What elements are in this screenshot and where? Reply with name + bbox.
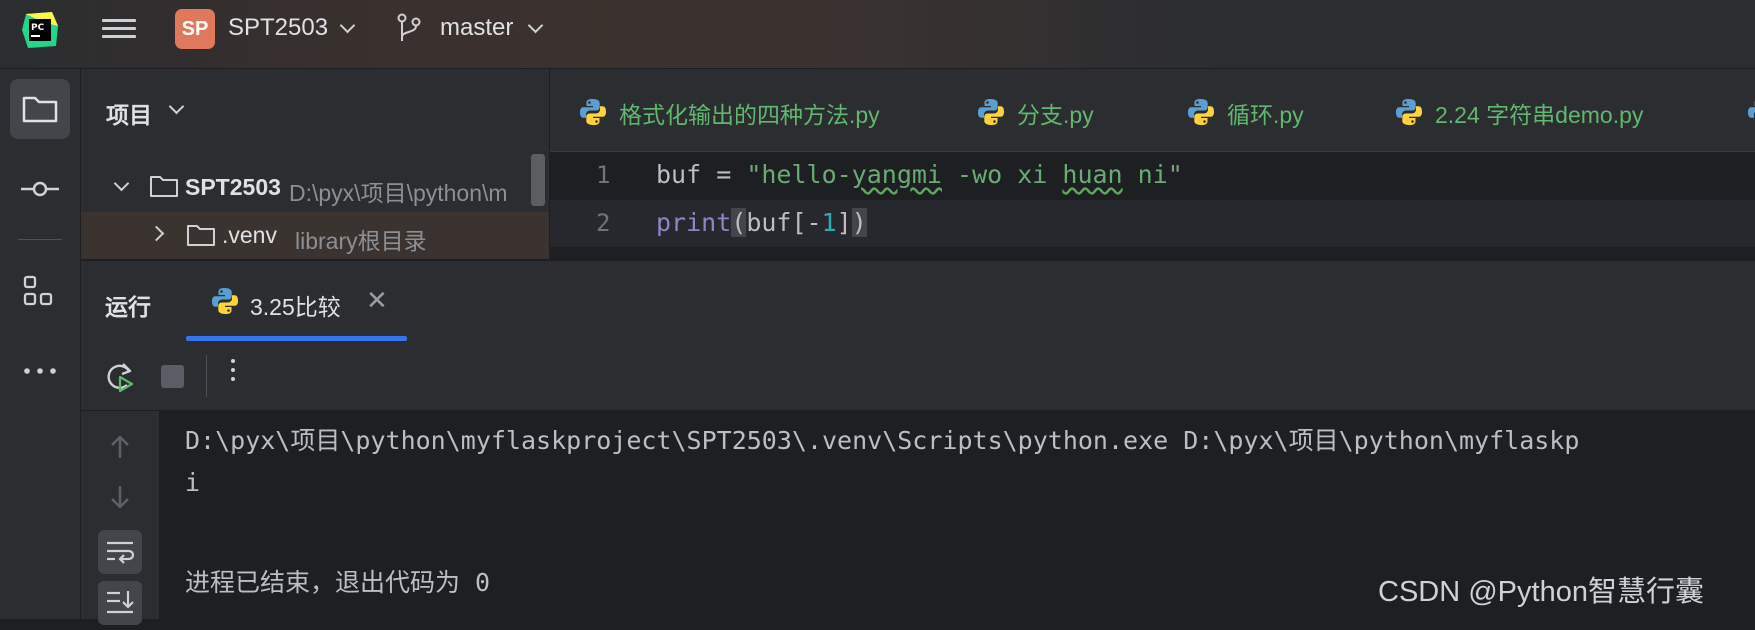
rerun-icon[interactable] xyxy=(103,359,137,393)
divider xyxy=(18,239,62,240)
code-token: = xyxy=(701,160,747,189)
divider xyxy=(206,355,207,397)
structure-icon xyxy=(23,275,53,306)
python-file-icon xyxy=(212,288,238,314)
chevron-down-icon[interactable] xyxy=(339,17,356,34)
project-panel: 项目 SPT2503 D:\pyx\项目\python\m .venv libr… xyxy=(81,69,549,399)
commit-icon xyxy=(21,181,59,197)
editor-tab-label: 格式化输出的四种方法.py xyxy=(619,102,880,128)
code-bracket-match: ( xyxy=(731,208,747,237)
console-line: i xyxy=(185,468,201,497)
tree-item-path: D:\pyx\项目\python\m xyxy=(289,180,508,206)
soft-wrap-icon xyxy=(107,541,135,564)
editor-tab-label: 分支.py xyxy=(1017,102,1094,128)
code-string: -wo xi xyxy=(941,160,1063,189)
arrow-down-icon[interactable] xyxy=(98,475,142,519)
close-icon[interactable]: ✕ xyxy=(366,287,388,313)
soft-wrap-button[interactable] xyxy=(98,530,142,574)
more-icon xyxy=(24,368,56,374)
code-editor[interactable]: 1 2 buf = "hello-yangmi -wo xi huan ni" … xyxy=(550,152,1755,259)
code-string: "hello- xyxy=(746,160,852,189)
code-token: buf[- xyxy=(746,208,822,237)
folder-icon xyxy=(187,225,215,246)
code-builtin: print xyxy=(656,208,732,237)
branch-name[interactable]: master xyxy=(440,14,513,42)
editor-tab-label: 2.24 字符串demo.py xyxy=(1435,102,1644,128)
commit-tool-button[interactable] xyxy=(10,159,70,219)
code-string: ni" xyxy=(1122,160,1183,189)
tree-item-name: .venv xyxy=(222,222,277,248)
pycharm-logo-icon[interactable]: PC xyxy=(22,12,58,48)
chevron-right-icon[interactable] xyxy=(148,225,165,242)
python-file-icon xyxy=(1748,100,1755,118)
watermark: CSDN @Python智慧行囊 xyxy=(1378,576,1704,608)
code-token: ] xyxy=(836,208,852,237)
line-number: 2 xyxy=(596,209,611,237)
python-file-icon xyxy=(978,99,1004,125)
code-bracket-match: ) xyxy=(851,208,867,237)
svg-text:PC: PC xyxy=(31,23,45,33)
stop-button[interactable] xyxy=(161,365,184,388)
folder-icon xyxy=(22,96,58,123)
more-options-icon[interactable] xyxy=(231,359,237,386)
code-line[interactable]: print(buf[-1]) xyxy=(656,208,867,237)
chevron-down-icon[interactable] xyxy=(113,175,130,192)
title-bar: PC SP SPT2503 master xyxy=(0,0,1755,69)
code-token: buf xyxy=(656,160,702,189)
code-string-typo: yangmi xyxy=(851,160,942,189)
project-name[interactable]: SPT2503 xyxy=(228,14,328,42)
line-number: 1 xyxy=(596,161,611,189)
arrow-up-icon[interactable] xyxy=(98,425,142,469)
more-tools-button[interactable] xyxy=(10,341,70,401)
tree-item-root[interactable]: SPT2503 D:\pyx\项目\python\m xyxy=(81,164,549,212)
code-string-typo: huan xyxy=(1062,160,1123,189)
vertical-scrollbar[interactable] xyxy=(531,154,545,206)
run-tab-label[interactable]: 3.25比较 xyxy=(250,288,341,322)
tree-item-path: library根目录 xyxy=(295,228,427,254)
tool-window-strip xyxy=(0,69,81,619)
line-gutter: 1 2 xyxy=(550,152,650,259)
chevron-down-icon[interactable] xyxy=(168,98,185,115)
python-file-icon xyxy=(1188,99,1214,125)
tree-item-venv[interactable]: .venv library根目录 xyxy=(81,212,549,399)
python-file-icon xyxy=(580,99,606,125)
folder-icon xyxy=(150,176,178,197)
project-panel-title[interactable]: 项目 xyxy=(106,96,152,130)
console-line: 进程已结束，退出代码为 0 xyxy=(185,568,491,597)
scroll-to-end-icon xyxy=(107,591,134,614)
project-tool-button[interactable] xyxy=(10,79,70,139)
tree-item-name: SPT2503 xyxy=(185,174,281,200)
run-toolbar xyxy=(81,341,1755,411)
main-menu-icon[interactable] xyxy=(100,14,136,46)
git-branch-icon[interactable] xyxy=(396,13,422,43)
scroll-to-end-button[interactable] xyxy=(98,581,142,625)
project-badge[interactable]: SP xyxy=(175,9,215,49)
chevron-down-icon[interactable] xyxy=(527,17,544,34)
python-file-icon xyxy=(1396,99,1422,125)
console-line: D:\pyx\项目\python\myflaskproject\SPT2503\… xyxy=(185,426,1580,455)
code-line[interactable]: buf = "hello-yangmi -wo xi huan ni" xyxy=(656,160,1183,189)
console-side-toolbar xyxy=(81,411,159,625)
structure-tool-button[interactable] xyxy=(10,262,70,322)
editor-tab-bar: 格式化输出的四种方法.py 分支.py 循环.py 2.24 字符串demo.p… xyxy=(550,69,1755,152)
run-panel-title[interactable]: 运行 xyxy=(105,288,151,322)
run-panel-header: 运行 3.25比较 ✕ xyxy=(81,260,1755,342)
code-number: 1 xyxy=(821,208,837,237)
editor-tab-label: 循环.py xyxy=(1227,102,1304,128)
